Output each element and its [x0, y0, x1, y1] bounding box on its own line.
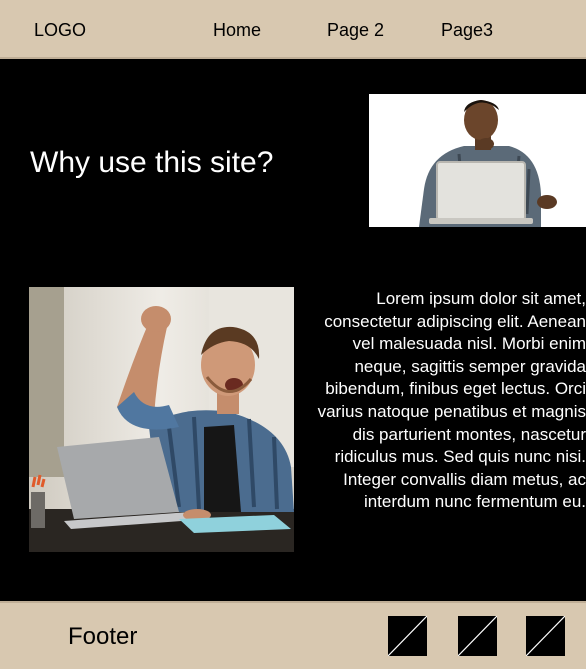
logo[interactable]: LOGO [34, 20, 86, 41]
social-link-1-placeholder-icon[interactable] [388, 616, 427, 656]
site-footer: Footer [0, 601, 586, 669]
intro-paragraph: Lorem ipsum dolor sit amet, consectetur … [317, 289, 586, 512]
celebrating-man-photo [29, 287, 294, 552]
social-link-3-placeholder-icon[interactable] [526, 616, 565, 656]
nav-link-page-3[interactable]: Page3 [441, 20, 493, 41]
social-link-2-placeholder-icon[interactable] [458, 616, 497, 656]
site-header: LOGO Home Page 2 Page3 [0, 0, 586, 59]
thinking-man-photo [369, 94, 586, 227]
hero-title: Why use this site? [30, 146, 274, 179]
footer-label: Footer [68, 623, 138, 650]
nav-link-home[interactable]: Home [213, 20, 261, 41]
nav-link-page-2[interactable]: Page 2 [327, 20, 384, 41]
